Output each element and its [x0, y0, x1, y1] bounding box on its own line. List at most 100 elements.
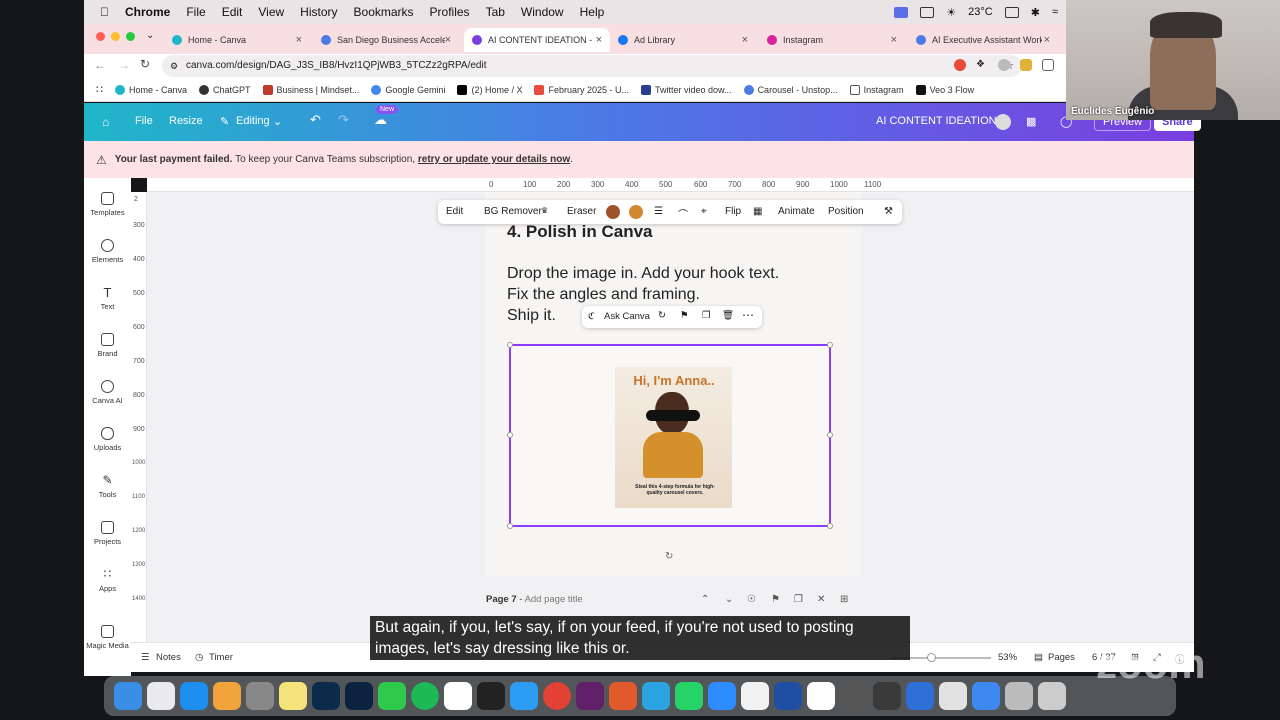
bookmark-item[interactable]: Business | Mindset... — [262, 84, 359, 95]
sidebar-item-elements[interactable]: Elements — [84, 239, 131, 264]
undo-icon[interactable]: ↶ — [310, 112, 321, 128]
notes-app-icon[interactable] — [279, 682, 307, 710]
bookmark-item[interactable]: Carousel - Unstop... — [743, 84, 838, 95]
menu-edit[interactable]: Edit — [222, 5, 243, 19]
flip-button[interactable]: Flip — [725, 206, 741, 217]
battery-icon[interactable] — [1004, 6, 1019, 18]
photoshop-icon[interactable] — [312, 682, 340, 710]
extension-icon[interactable] — [1020, 59, 1032, 71]
lines-icon[interactable]: ☰ — [654, 206, 663, 217]
close-tab-icon[interactable]: × — [596, 34, 602, 46]
resize-handle[interactable] — [507, 523, 513, 529]
messages-icon[interactable] — [378, 682, 406, 710]
delete-icon[interactable]: 🗑 — [722, 310, 734, 321]
chatgpt-app-icon[interactable] — [444, 682, 472, 710]
color-swatch-2[interactable] — [629, 205, 643, 219]
add-page-icon[interactable]: ⊞ — [840, 594, 848, 605]
close-window-button[interactable] — [96, 32, 105, 41]
resize-handle[interactable] — [827, 432, 833, 438]
bookmark-item[interactable]: Home - Canva — [115, 84, 187, 95]
menu-app-name[interactable]: Chrome — [125, 5, 170, 19]
telegram-icon[interactable] — [642, 682, 670, 710]
menu-view[interactable]: View — [258, 5, 284, 19]
app-icon[interactable] — [609, 682, 637, 710]
calculator-icon[interactable] — [840, 682, 868, 710]
chevron-down-icon[interactable]: ⌄ — [273, 115, 282, 128]
bookmark-item[interactable]: Veo 3 Flow — [915, 84, 974, 95]
editing-mode-button[interactable]: Editing — [236, 115, 270, 127]
safari-icon[interactable] — [510, 682, 538, 710]
weather-icon[interactable]: ☀ — [946, 6, 956, 19]
menu-help[interactable]: Help — [580, 5, 605, 19]
close-tab-icon[interactable]: × — [742, 34, 748, 46]
sidebar-item-projects[interactable]: Projects — [84, 521, 131, 546]
bookmark-item[interactable]: ChatGPT — [199, 84, 251, 95]
hide-page-icon[interactable]: ☉ — [747, 594, 756, 605]
sidebar-item-tools[interactable]: ✎ Tools — [84, 474, 131, 500]
menu-history[interactable]: History — [300, 5, 337, 19]
bookmark-item[interactable]: February 2025 - U... — [534, 84, 629, 95]
settings-icon[interactable] — [246, 682, 274, 710]
corner-rounding-icon[interactable]: ⌒ — [678, 206, 688, 221]
design-title[interactable]: AI CONTENT IDEATION — [876, 115, 997, 127]
terminal-icon[interactable] — [873, 682, 901, 710]
app-icon[interactable] — [774, 682, 802, 710]
resize-handle[interactable] — [827, 523, 833, 529]
sidebar-item-brand[interactable]: Brand — [84, 333, 131, 358]
books-icon[interactable] — [213, 682, 241, 710]
app-icon[interactable] — [477, 682, 505, 710]
tab-ai-executive-assistant[interactable]: AI Executive Assistant Work × — [908, 28, 1058, 52]
chrome-icon[interactable] — [543, 682, 571, 710]
extensions-puzzle-icon[interactable] — [1042, 59, 1054, 71]
more-options-icon[interactable]: ⋯ — [742, 308, 754, 322]
sidebar-item-magic-media[interactable]: Magic Media — [84, 625, 131, 650]
notes-button[interactable]: Notes — [156, 652, 181, 663]
home-icon[interactable]: ⌂ — [102, 115, 109, 129]
ask-canva-button[interactable]: Ask Canva — [604, 311, 650, 322]
back-arrow-icon[interactable]: ← — [94, 58, 106, 72]
menu-profiles[interactable]: Profiles — [430, 5, 470, 19]
bookmark-item[interactable]: (2) Home / X — [457, 84, 522, 95]
screen-share-icon[interactable] — [894, 6, 909, 18]
reload-icon[interactable]: ↻ — [140, 57, 150, 71]
body-text-line[interactable]: Fix the angles and framing. — [507, 286, 700, 304]
transparency-icon[interactable]: ▦ — [753, 206, 762, 217]
lock-page-icon[interactable]: ⚑ — [771, 594, 780, 605]
animate-button[interactable]: Animate — [778, 206, 815, 217]
zoom-slider-thumb[interactable] — [927, 653, 936, 662]
forward-arrow-icon[interactable]: → — [118, 58, 130, 72]
resize-handle[interactable] — [507, 342, 513, 348]
alert-link[interactable]: retry or update your details now — [418, 154, 570, 165]
tab-search-chevron-icon[interactable]: ⌄ — [146, 30, 154, 41]
edit-button[interactable]: Edit — [446, 206, 463, 217]
tab-ad-library[interactable]: Ad Library × — [610, 28, 756, 52]
address-bar[interactable]: ⚙ canva.com/design/DAG_J3S_IB8/HvzI1QPjW… — [162, 55, 1022, 77]
sidebar-item-canva-ai[interactable]: Canva AI — [84, 380, 131, 405]
zoom-icon[interactable] — [708, 682, 736, 710]
site-info-icon[interactable]: ⚙ — [170, 55, 178, 77]
rotate-icon[interactable]: ↻ — [658, 310, 666, 321]
extension-icon[interactable]: ❖ — [976, 59, 985, 70]
close-tab-icon[interactable]: × — [1044, 34, 1050, 46]
downloads-icon[interactable] — [1005, 682, 1033, 710]
temperature-label[interactable]: 23°C — [968, 6, 993, 18]
spotify-icon[interactable] — [411, 682, 439, 710]
wifi-icon[interactable]: ≈ — [1052, 6, 1058, 18]
bg-remover-button[interactable]: BG Remover — [484, 206, 542, 217]
sidebar-item-text[interactable]: T Text — [84, 286, 131, 311]
sidebar-item-uploads[interactable]: Uploads — [84, 427, 131, 452]
bluetooth-icon[interactable]: ✱ — [1031, 6, 1040, 19]
chevron-down-icon[interactable]: ⌄ — [725, 594, 733, 605]
menu-bookmarks[interactable]: Bookmarks — [354, 5, 414, 19]
file-menu-button[interactable]: File — [135, 115, 153, 127]
body-text-line[interactable]: Drop the image in. Add your hook text. — [507, 265, 779, 283]
paint-roller-icon[interactable]: ⚒ — [884, 206, 893, 217]
app-icon[interactable] — [939, 682, 967, 710]
minimize-window-button[interactable] — [111, 32, 120, 41]
apple-icon[interactable]:  — [100, 5, 109, 19]
pages-button[interactable]: Pages — [1048, 652, 1075, 663]
launchpad-icon[interactable] — [147, 682, 175, 710]
maximize-window-button[interactable] — [126, 32, 135, 41]
app-icon[interactable] — [906, 682, 934, 710]
eraser-button[interactable]: Eraser — [567, 206, 596, 217]
